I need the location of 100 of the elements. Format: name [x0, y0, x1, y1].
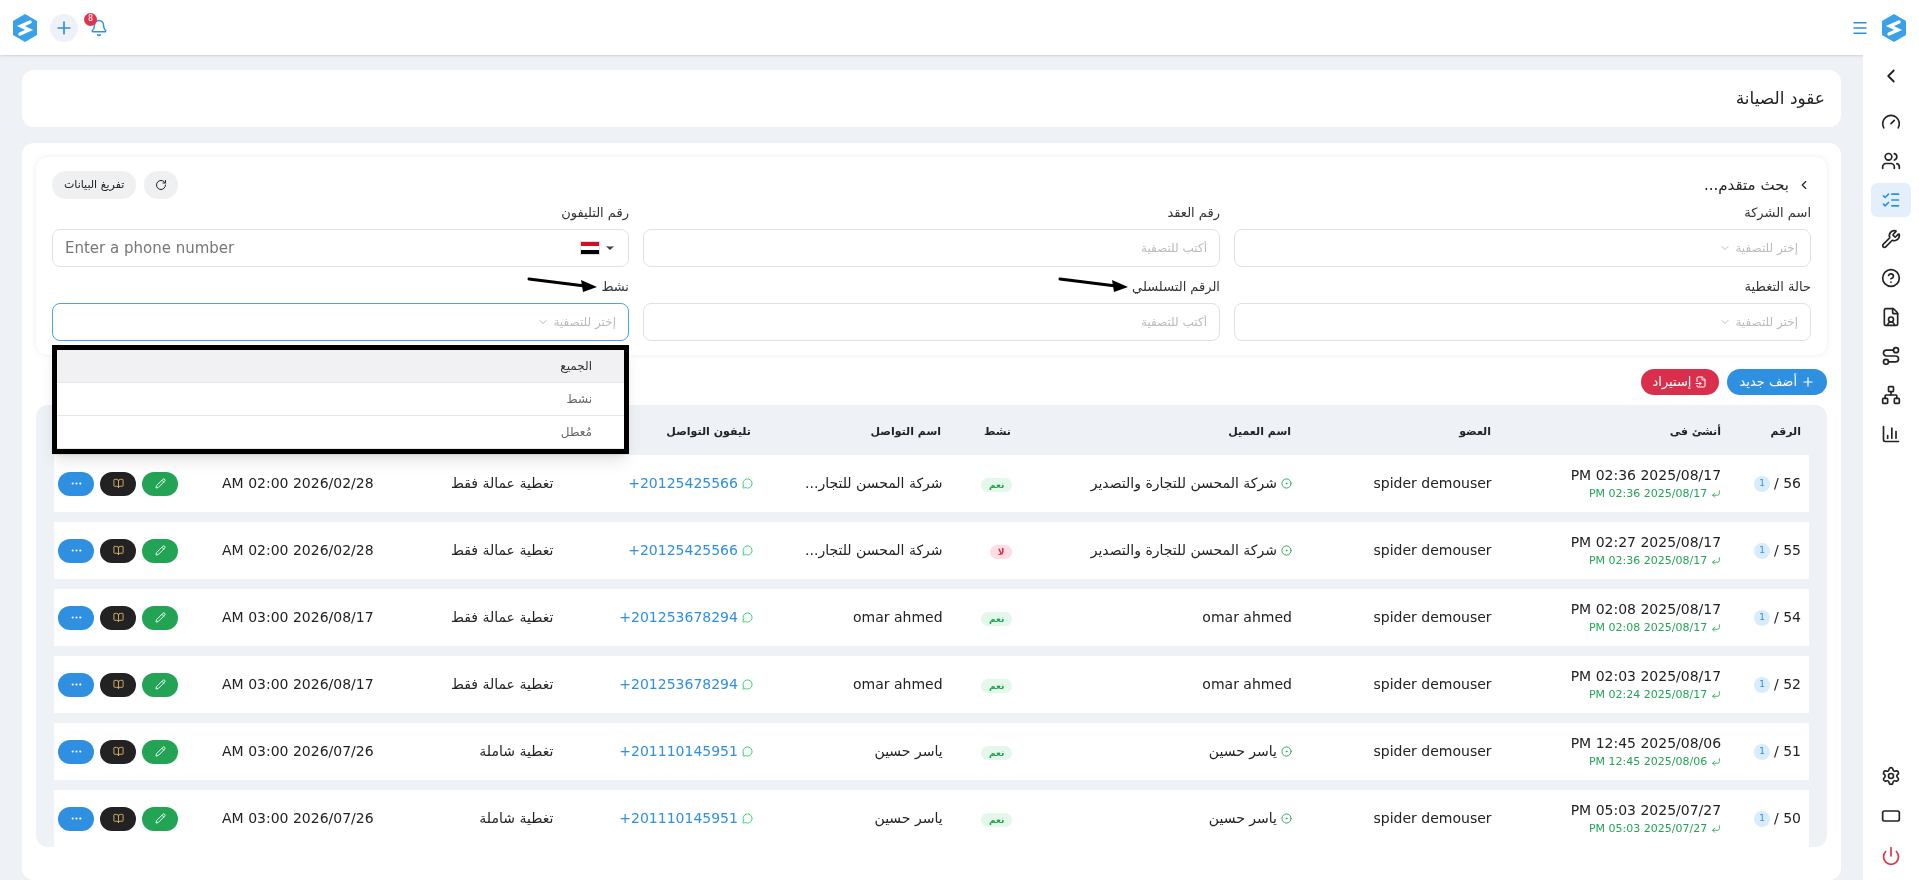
edit-button[interactable] — [142, 538, 178, 563]
contact-name: ياسر حسين — [874, 743, 943, 759]
updated-icon — [1711, 489, 1722, 499]
field-label: الرقم التسلسلي — [1058, 277, 1220, 297]
end-date: AM 03:00 2026/07/26 — [222, 743, 374, 759]
end-date: AM 02:00 2026/02/28 — [222, 542, 374, 558]
edit-button[interactable] — [142, 739, 178, 764]
row-number: 56 / — [1774, 474, 1801, 493]
contact-name: ياسر حسين — [874, 810, 943, 826]
client-name: شركة المحسن للتجارة والتصدير — [1090, 541, 1277, 561]
book-button[interactable] — [100, 806, 136, 831]
column-header: تليفون التواصل — [666, 425, 751, 438]
more-button[interactable] — [58, 672, 94, 697]
created-date: PM 02:03 2025/08/17 — [1570, 666, 1722, 686]
column-header: اسم التواصل — [870, 425, 941, 438]
dropdown-option[interactable]: نشط — [57, 383, 624, 416]
more-button[interactable] — [58, 538, 94, 563]
logo-icon — [12, 12, 38, 43]
end-date: AM 03:00 2026/08/17 — [222, 676, 374, 692]
book-button[interactable] — [100, 672, 136, 697]
add-button[interactable] — [50, 13, 78, 42]
contact-name: شركة المحسن للتجار... — [805, 542, 943, 558]
flag-icon — [580, 241, 600, 255]
book-button[interactable] — [100, 605, 136, 630]
field-label: نشط — [527, 277, 629, 297]
select-field[interactable]: إختر للتصفية — [52, 303, 629, 341]
whatsapp-icon — [741, 612, 753, 623]
edit-button[interactable] — [142, 806, 178, 831]
refresh-button[interactable] — [144, 171, 179, 199]
updated-date: PM 02:24 2025/08/17 — [1588, 686, 1708, 703]
edit-button[interactable] — [142, 672, 178, 697]
count-badge: 1 — [1754, 810, 1770, 827]
more-button[interactable] — [58, 739, 94, 764]
settings-icon[interactable] — [1881, 766, 1901, 786]
coverage-type: تغطية عمالة فقط — [450, 542, 554, 558]
refresh-icon — [155, 179, 168, 191]
column-header: العضو — [1459, 425, 1491, 438]
clear-button[interactable]: تفريغ البيانات — [52, 171, 137, 199]
count-badge: 1 — [1754, 676, 1770, 693]
coverage-type: تغطية عمالة فقط — [450, 475, 554, 491]
import-icon — [1695, 376, 1708, 388]
count-badge: 1 — [1754, 609, 1770, 626]
book-button[interactable] — [100, 538, 136, 563]
phone-link[interactable]: +201253678294 — [619, 674, 738, 695]
logo-icon — [1881, 12, 1907, 43]
phone-link[interactable]: +201110145951 — [619, 741, 738, 762]
help-icon — [1881, 268, 1901, 288]
phone-input[interactable]: Enter a phone number — [65, 236, 568, 260]
book-icon — [112, 612, 124, 623]
route-icon — [1881, 346, 1901, 366]
column-header: اسم العميل — [1228, 425, 1291, 438]
created-date: PM 02:08 2025/08/17 — [1570, 599, 1722, 619]
coverage-type: تغطية عمالة فقط — [450, 609, 554, 625]
tools-icon — [1881, 229, 1901, 249]
contact-name: omar ahmed — [853, 609, 943, 625]
import-button[interactable]: إستيراد — [1640, 369, 1720, 395]
phone-field[interactable]: Enter a phone number — [52, 229, 629, 267]
book-icon — [112, 813, 124, 824]
row-number: 50 / — [1774, 809, 1801, 828]
book-icon — [112, 679, 124, 690]
dashboard-icon — [1881, 112, 1901, 132]
dropdown-option[interactable]: الجميع — [57, 350, 624, 383]
power-icon[interactable] — [1881, 846, 1901, 866]
count-badge: 1 — [1754, 743, 1770, 760]
column-header: أنشئ فى — [1669, 425, 1721, 438]
pencil-icon — [154, 612, 166, 623]
book-button[interactable] — [100, 471, 136, 496]
select-placeholder: إختر للتصفية — [1735, 314, 1798, 331]
updated-date: PM 02:36 2025/08/17 — [1588, 552, 1708, 569]
edit-button[interactable] — [142, 605, 178, 630]
edit-button[interactable] — [142, 471, 178, 496]
more-button[interactable] — [58, 605, 94, 630]
phone-link[interactable]: +20125425566 — [628, 540, 738, 561]
updated-icon — [1711, 824, 1722, 834]
row-number: 51 / — [1774, 742, 1801, 761]
updated-date: PM 12:45 2025/08/06 — [1588, 753, 1708, 770]
created-date: PM 12:45 2025/08/06 — [1570, 733, 1722, 753]
phone-link[interactable]: +201253678294 — [619, 607, 738, 628]
dropdown-option[interactable]: مُعطل — [57, 416, 624, 449]
more-button[interactable] — [58, 806, 94, 831]
pencil-icon — [154, 478, 166, 489]
network-icon — [1881, 385, 1901, 405]
active-badge: نعم — [980, 746, 1013, 760]
book-button[interactable] — [100, 739, 136, 764]
book-icon — [112, 478, 124, 489]
column-header: الرقم — [1770, 425, 1801, 438]
book-icon — [112, 545, 124, 556]
phone-link[interactable]: +20125425566 — [628, 473, 738, 494]
client-name: omar ahmed — [1202, 675, 1292, 694]
column-header: نشط — [983, 425, 1011, 438]
updated-icon — [1711, 623, 1722, 633]
add-new-button[interactable]: أضف جديد — [1727, 369, 1827, 395]
end-date: AM 03:00 2026/07/26 — [222, 810, 374, 826]
more-button[interactable] — [58, 471, 94, 496]
select-field[interactable]: إختر للتصفية — [1234, 303, 1811, 341]
active-badge: نعم — [980, 813, 1013, 827]
select-field[interactable]: إختر للتصفية — [1234, 229, 1811, 267]
count-badge: 1 — [1754, 475, 1770, 492]
plus-icon — [1801, 375, 1815, 389]
phone-link[interactable]: +201110145951 — [619, 808, 738, 829]
